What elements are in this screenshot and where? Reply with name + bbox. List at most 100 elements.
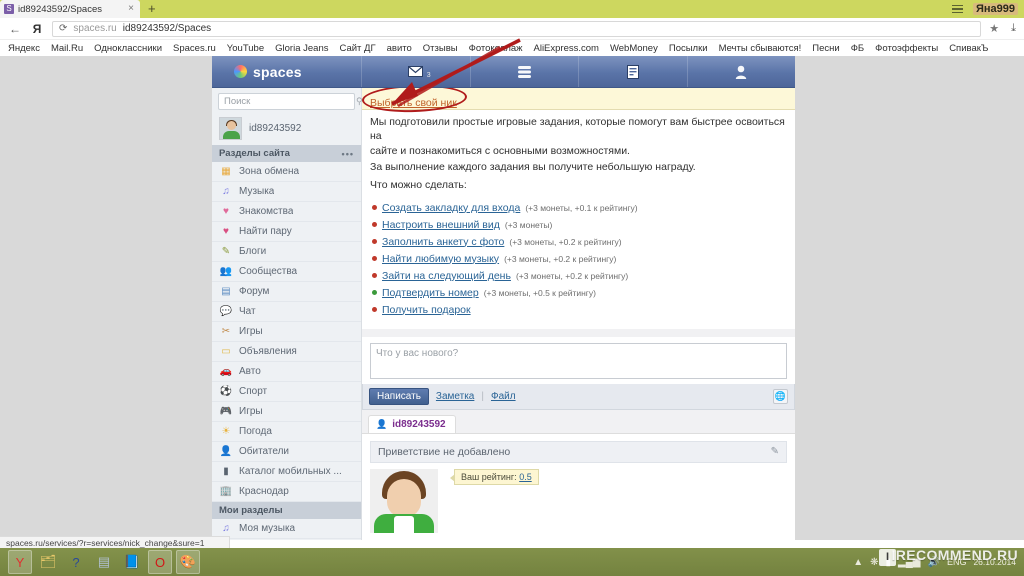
bluetooth-icon[interactable]: ❋ bbox=[870, 557, 878, 568]
taskbar: Y🗂?▤📘O🎨 ▲ ❋ ▮ ▂▄▆ 🔊 ENG 26.10.2014 I IRE… bbox=[0, 546, 1024, 576]
nav-profile[interactable] bbox=[688, 56, 796, 87]
sidebar-item-14[interactable]: ☀ Погода bbox=[212, 422, 361, 442]
sidebar-item-9[interactable]: ✂ Игры bbox=[212, 322, 361, 342]
yandex-icon[interactable]: Я bbox=[30, 22, 44, 36]
sidebar-item-6[interactable]: 👥 Сообщества bbox=[212, 262, 361, 282]
bookmark-item[interactable]: Мечты сбываются! bbox=[719, 43, 802, 54]
bookmark-item[interactable]: ФБ bbox=[851, 43, 864, 54]
bullet-icon bbox=[372, 255, 377, 261]
choose-nickname-link[interactable]: Выбрать свой ник bbox=[370, 97, 457, 109]
sidebar-item-1[interactable]: ▦ Зона обмена bbox=[212, 162, 361, 182]
task-link[interactable]: Подтвердить номер bbox=[382, 287, 479, 299]
sidebar: ⚲ id89243592 Разделы сайта ••• bbox=[212, 88, 363, 540]
profile-avatar[interactable] bbox=[370, 468, 438, 533]
file-link[interactable]: Файл bbox=[491, 391, 516, 402]
sidebar-user[interactable]: id89243592 bbox=[212, 114, 361, 145]
bookmark-item[interactable]: Одноклассники bbox=[94, 43, 162, 54]
task-link[interactable]: Настроить внешний вид bbox=[382, 219, 500, 231]
sidebar-item-8[interactable]: 💬 Чат bbox=[212, 302, 361, 322]
sidebar-item-16[interactable]: ▮ Каталог мобильных ... bbox=[212, 462, 361, 482]
task-link[interactable]: Получить подарок bbox=[382, 304, 471, 316]
sidebar-item-2[interactable]: ♫ Музыка bbox=[212, 182, 361, 202]
task-link[interactable]: Найти любимую музыку bbox=[382, 253, 499, 265]
taskbar-reader-app[interactable]: 📘 bbox=[120, 550, 144, 574]
tab-profile-label: id89243592 bbox=[392, 418, 446, 430]
sidebar-item-15[interactable]: 👤 Обитатели bbox=[212, 442, 361, 462]
bookmark-item[interactable]: WebMoney bbox=[610, 43, 658, 54]
bullet-icon bbox=[372, 221, 377, 227]
browser-tab[interactable]: S id89243592/Spaces × bbox=[0, 0, 140, 18]
bookmark-item[interactable]: Отзывы bbox=[423, 43, 458, 54]
nav-book[interactable] bbox=[579, 56, 688, 87]
tray-expand-icon[interactable]: ▲ bbox=[853, 557, 863, 568]
sidebar-item-5[interactable]: ✎ Блоги bbox=[212, 242, 361, 262]
sidebar-item-1[interactable]: ♫ Моя музыка bbox=[212, 519, 361, 539]
taskbar-paint-app[interactable]: 🎨 bbox=[176, 550, 200, 574]
status-input[interactable] bbox=[370, 342, 787, 379]
nav-mail[interactable]: 3 bbox=[362, 56, 471, 87]
bookmark-item[interactable]: СпивакЪ bbox=[949, 43, 988, 54]
bookmark-item[interactable]: Фотоэффекты bbox=[875, 43, 938, 54]
rating-value[interactable]: 0.5 bbox=[519, 472, 532, 482]
ads-icon: ▭ bbox=[221, 345, 231, 357]
avatar bbox=[219, 117, 242, 140]
taskbar-opera-browser[interactable]: O bbox=[148, 550, 172, 574]
bookmark-item[interactable]: Mail.Ru bbox=[51, 43, 83, 54]
sidebar-item-17[interactable]: 🏢 Краснодар bbox=[212, 482, 361, 502]
download-icon[interactable]: ⤓ bbox=[1011, 22, 1016, 35]
task-item: Подтвердить номер (+3 монеты, +0.5 к рейт… bbox=[372, 287, 787, 299]
section-more-icon[interactable]: ••• bbox=[342, 149, 354, 159]
task-link[interactable]: Зайти на следующий день bbox=[382, 270, 511, 282]
composer-separator: | bbox=[481, 390, 484, 402]
task-item: Настроить внешний вид (+3 монеты) bbox=[372, 219, 787, 231]
search-input[interactable] bbox=[224, 96, 356, 107]
browser-user-label[interactable]: Яна999 bbox=[972, 3, 1018, 15]
taskbar-explorer-folder[interactable]: 🗂 bbox=[36, 550, 60, 574]
new-tab-button[interactable]: + bbox=[140, 0, 164, 18]
site-logo[interactable]: spaces bbox=[212, 56, 362, 87]
taskbar-contacts-app[interactable]: ▤ bbox=[92, 550, 116, 574]
bookmark-item[interactable]: авито bbox=[387, 43, 412, 54]
post-button[interactable]: Написать bbox=[369, 387, 429, 405]
taskbar-items: Y 🗂? ▤ 📘 O 🎨 bbox=[0, 550, 200, 574]
bookmark-item[interactable]: Песни bbox=[812, 43, 839, 54]
globe-icon[interactable]: 🌐 bbox=[773, 388, 788, 404]
sidebar-item-10[interactable]: ▭ Объявления bbox=[212, 342, 361, 362]
pencil-icon[interactable]: ✎ bbox=[771, 446, 779, 457]
bookmark-item[interactable]: Gloria Jeans bbox=[275, 43, 328, 54]
back-icon[interactable]: ← bbox=[8, 22, 22, 36]
reload-icon[interactable]: ⟳ bbox=[59, 23, 67, 34]
sidebar-item-12[interactable]: ⚽ Спорт bbox=[212, 382, 361, 402]
sidebar-item-11[interactable]: 🚗 Авто bbox=[212, 362, 361, 382]
taskbar-yandex-browser[interactable]: Y bbox=[8, 550, 32, 574]
bookmark-item[interactable]: Сайт ДГ bbox=[339, 43, 375, 54]
sidebar-item-label: Краснодар bbox=[239, 486, 289, 497]
sidebar-item-4[interactable]: ♥ Найти пару bbox=[212, 222, 361, 242]
hamburger-icon[interactable] bbox=[951, 4, 963, 14]
taskbar-help-app[interactable]: ? bbox=[64, 550, 88, 574]
bookmark-item[interactable]: YouTube bbox=[227, 43, 264, 54]
search-box[interactable]: ⚲ bbox=[218, 93, 363, 110]
bookmark-item[interactable]: Посылки bbox=[669, 43, 708, 54]
bookmark-item[interactable]: AliExpress.com bbox=[534, 43, 599, 54]
bookmark-item[interactable]: Фотоколлаж bbox=[469, 43, 523, 54]
task-link[interactable]: Заполнить анкету с фото bbox=[382, 236, 504, 248]
note-link[interactable]: Заметка bbox=[436, 391, 474, 402]
omnibox[interactable]: ⟳ spaces.ru id89243592/Spaces bbox=[52, 20, 982, 37]
tab-profile[interactable]: 👤 id89243592 bbox=[368, 414, 456, 433]
nav-feed[interactable] bbox=[471, 56, 579, 87]
greeting-row[interactable]: Приветствие не добавлено ✎ bbox=[370, 440, 787, 463]
close-icon[interactable]: × bbox=[128, 4, 134, 14]
sidebar-item-label: Каталог мобильных ... bbox=[239, 466, 342, 477]
hearts-icon: ♥ bbox=[223, 225, 229, 237]
bookmark-star-icon[interactable]: ★ bbox=[989, 22, 999, 35]
screen: S id89243592/Spaces × + Яна999 ← Я ⟳ spa… bbox=[0, 0, 1024, 576]
car-icon: 🚗 bbox=[219, 365, 233, 377]
sidebar-item-7[interactable]: ▤ Форум bbox=[212, 282, 361, 302]
watermark-text: IRECOMMEND.RU bbox=[891, 546, 1018, 563]
bookmark-item[interactable]: Spaces.ru bbox=[173, 43, 216, 54]
task-link[interactable]: Создать закладку для входа bbox=[382, 202, 520, 214]
bookmark-item[interactable]: Яндекс bbox=[8, 43, 40, 54]
sidebar-item-3[interactable]: ♥ Знакомства bbox=[212, 202, 361, 222]
sidebar-item-13[interactable]: 🎮 Игры bbox=[212, 402, 361, 422]
